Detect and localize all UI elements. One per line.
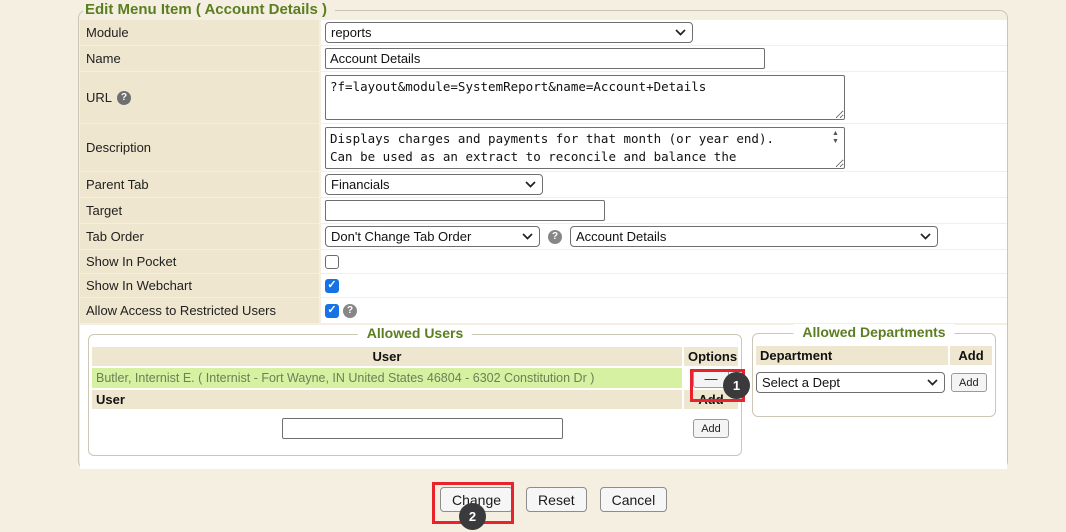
add-user-input[interactable]	[282, 418, 563, 439]
url-textarea[interactable]: ?f=layout&module=SystemReport&name=Accou…	[325, 75, 845, 120]
description-textarea[interactable]: Displays charges and payments for that m…	[325, 127, 845, 169]
description-label: Description	[80, 124, 319, 171]
tab-order-item-select[interactable]: Account Details	[570, 226, 938, 247]
allowed-users-header-row: User Options	[92, 347, 738, 366]
remove-user-button[interactable]: —	[693, 369, 729, 388]
tab-order-help-icon[interactable]: ?	[548, 230, 562, 244]
department-select-value: Select a Dept	[762, 375, 840, 390]
add-user-column-header: User	[92, 390, 682, 409]
cancel-button[interactable]: Cancel	[600, 487, 668, 512]
name-label: Name	[80, 46, 319, 71]
dept-add-column-header: Add	[950, 346, 992, 365]
department-column-header: Department	[756, 346, 948, 365]
module-select[interactable]: reports	[325, 22, 693, 43]
allowed-departments-legend: Allowed Departments	[793, 324, 954, 340]
allowed-section: Allowed Users User Options Butler, Inter…	[80, 325, 1007, 469]
add-user-button[interactable]: Add	[693, 419, 729, 438]
allowed-departments-fieldset: Allowed Departments Department Add Selec…	[752, 333, 996, 417]
row-name: Name	[80, 46, 1007, 71]
department-select[interactable]: Select a Dept	[756, 372, 945, 393]
row-tab-order: Tab Order Don't Change Tab Order ? Accou…	[80, 224, 1007, 249]
allow-restricted-checkbox[interactable]	[325, 304, 339, 318]
chevron-down-icon	[927, 379, 938, 386]
url-label: URL	[86, 90, 112, 105]
form-actions: Change Reset Cancel	[440, 487, 667, 512]
page-title: Edit Menu Item ( Account Details )	[83, 1, 335, 18]
target-input[interactable]	[325, 200, 605, 221]
parent-tab-select[interactable]: Financials	[325, 174, 543, 195]
chevron-down-icon	[675, 29, 686, 36]
allowed-user-row: Butler, Internist E. ( Internist - Fort …	[92, 368, 738, 388]
add-department-row: Select a Dept Add	[756, 372, 992, 393]
allowed-user-name: Butler, Internist E. ( Internist - Fort …	[92, 368, 682, 388]
options-column-header: Options	[684, 347, 738, 366]
target-label: Target	[80, 198, 319, 223]
tab-order-select-value: Don't Change Tab Order	[331, 229, 471, 244]
user-column-header: User	[92, 347, 682, 366]
row-show-in-pocket: Show In Pocket	[80, 250, 1007, 273]
allow-restricted-label: Allow Access to Restricted Users	[80, 298, 319, 323]
allowed-users-fieldset: Allowed Users User Options Butler, Inter…	[88, 334, 742, 456]
departments-header-row: Department Add	[756, 346, 992, 365]
url-help-icon[interactable]: ?	[117, 91, 131, 105]
chevron-down-icon	[525, 181, 536, 188]
parent-tab-select-value: Financials	[331, 177, 390, 192]
tab-order-select[interactable]: Don't Change Tab Order	[325, 226, 540, 247]
module-label: Module	[80, 20, 319, 45]
parent-tab-label: Parent Tab	[80, 172, 319, 197]
change-button[interactable]: Change	[440, 487, 513, 512]
chevron-down-icon	[522, 233, 533, 240]
show-in-pocket-checkbox[interactable]	[325, 255, 339, 269]
row-url: URL ? ?f=layout&module=SystemReport&name…	[80, 72, 1007, 123]
add-column-header: Add	[684, 390, 738, 409]
add-department-button[interactable]: Add	[951, 373, 987, 392]
row-module: Module reports	[80, 20, 1007, 45]
name-input[interactable]	[325, 48, 765, 69]
reset-button[interactable]: Reset	[526, 487, 587, 512]
row-parent-tab: Parent Tab Financials	[80, 172, 1007, 197]
edit-menu-item-page: Edit Menu Item ( Account Details ) Modul…	[0, 0, 1066, 532]
row-description: Description Displays charges and payment…	[80, 124, 1007, 171]
tab-order-item-select-value: Account Details	[576, 229, 666, 244]
show-in-pocket-label: Show In Pocket	[80, 250, 319, 273]
row-show-in-webchart: Show In Webchart	[80, 274, 1007, 297]
allow-restricted-help-icon[interactable]: ?	[343, 304, 357, 318]
tab-order-label: Tab Order	[80, 224, 319, 249]
allowed-users-legend: Allowed Users	[358, 325, 472, 341]
chevron-down-icon	[920, 233, 931, 240]
form: Module reports Name	[80, 20, 1007, 469]
module-select-value: reports	[331, 25, 371, 40]
row-target: Target	[80, 198, 1007, 223]
edit-menu-item-fieldset: Edit Menu Item ( Account Details ) Modul…	[78, 10, 1008, 469]
add-user-header-row: User Add	[92, 390, 738, 409]
show-in-webchart-checkbox[interactable]	[325, 279, 339, 293]
row-allow-restricted: Allow Access to Restricted Users ?	[80, 298, 1007, 323]
add-user-row: Add	[92, 418, 738, 439]
show-in-webchart-label: Show In Webchart	[80, 274, 319, 297]
